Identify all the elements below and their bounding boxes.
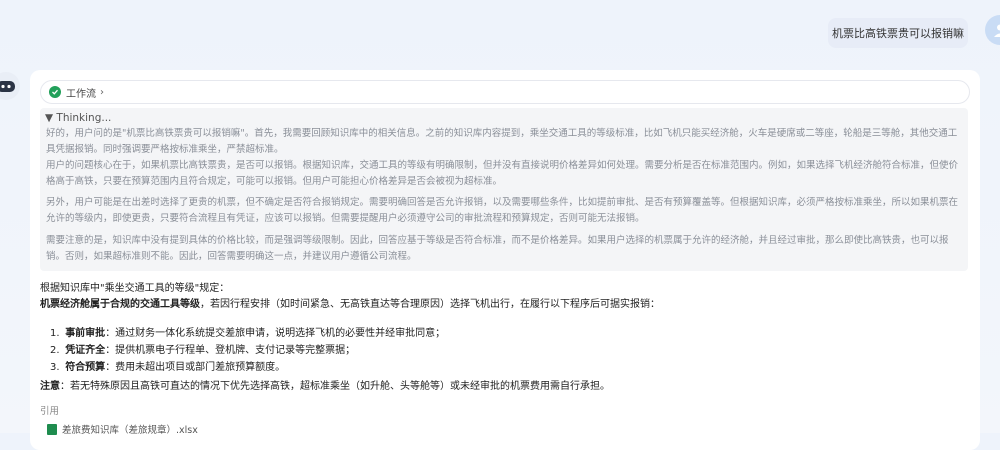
list-item-text: ：提供机票电子行程单、登机牌、支付记录等完整票据；	[105, 345, 356, 356]
user-message-text: 机票比高铁票贵可以报销嘛	[832, 27, 964, 40]
answer-rule: 机票经济舱属于合规的交通工具等级，若因行程安排（如时间紧急、无高铁直达等合理原因…	[40, 298, 970, 312]
workflow-toggle[interactable]: 工作流 ›	[40, 80, 970, 104]
robot-icon	[0, 81, 15, 92]
check-circle-icon	[49, 86, 61, 98]
list-item: 1. 事前审批：通过财务一体化系统提交差旅申请，说明选择飞机的必要性并经审批同意…	[50, 328, 446, 339]
citation-label: 引用	[40, 406, 60, 417]
thinking-panel: ▼ Thinking... 好的，用户问的是"机票比高铁票贵可以报销嘛"。首先，…	[40, 108, 968, 271]
answer-note-bold: 注意	[40, 381, 60, 392]
thinking-toggle[interactable]: ▼ Thinking...	[45, 110, 111, 126]
user-message-bubble: 机票比高铁票贵可以报销嘛	[828, 18, 968, 48]
answer-note-text: ：若无特殊原因且高铁可直达的情况下优先选择高铁，超标准乘坐（如升舱、头等舱等）或…	[60, 381, 610, 392]
thinking-paragraph-4: 需要注意的是，知识库中没有提到具体的价格比较，而是强调等级限制。因此，回答应基于…	[46, 235, 949, 262]
chevron-right-icon: ›	[100, 86, 104, 98]
citation-file-name: 差旅费知识库（差旅规章）.xlsx	[62, 425, 198, 436]
answer-rule-bold: 机票经济舱属于合规的交通工具等级	[40, 299, 200, 310]
user-icon	[994, 24, 1000, 37]
list-item-title: 符合预算	[65, 362, 106, 373]
list-item: 2. 凭证齐全：提供机票电子行程单、登机牌、支付记录等完整票据；	[50, 345, 356, 356]
list-item-title: 事前审批	[65, 328, 106, 339]
answer-note: 注意：若无特殊原因且高铁可直达的情况下优先选择高铁，超标准乘坐（如升舱、头等舱等…	[40, 380, 970, 394]
answer-intro: 根据知识库中"乘坐交通工具的等级"规定：	[40, 283, 230, 294]
answer-rule-text: ，若因行程安排（如时间紧急、无高铁直达等合理原因）选择飞机出行，在履行以下程序后…	[200, 299, 660, 310]
bot-avatar	[0, 72, 20, 100]
list-item-text: ：通过财务一体化系统提交差旅申请，说明选择飞机的必要性并经审批同意；	[105, 328, 446, 339]
thinking-paragraph-2: 用户的问题核心在于，如果机票比高铁票贵，是否可以报销。根据知识库，交通工具的等级…	[46, 160, 959, 187]
citation-file-link[interactable]: 差旅费知识库（差旅规章）.xlsx	[47, 422, 198, 436]
workflow-label: 工作流	[66, 88, 96, 100]
thinking-paragraph-3: 另外，用户可能是在出差时选择了更贵的机票，但不确定是否符合报销规定。需要明确回答…	[46, 197, 959, 224]
assistant-response-card: 工作流 › ▼ Thinking... 好的，用户问的是"机票比高铁票贵可以报销…	[30, 70, 980, 450]
list-item-title: 凭证齐全	[65, 345, 106, 356]
thinking-paragraph-1: 好的，用户问的是"机票比高铁票贵可以报销嘛"。首先，我需要回顾知识库中的相关信息…	[46, 128, 958, 155]
user-avatar[interactable]	[985, 15, 1000, 45]
list-item: 3. 符合预算：费用未超出项目或部门差旅预算额度。	[50, 362, 286, 373]
list-item-text: ：费用未超出项目或部门差旅预算额度。	[105, 362, 286, 373]
